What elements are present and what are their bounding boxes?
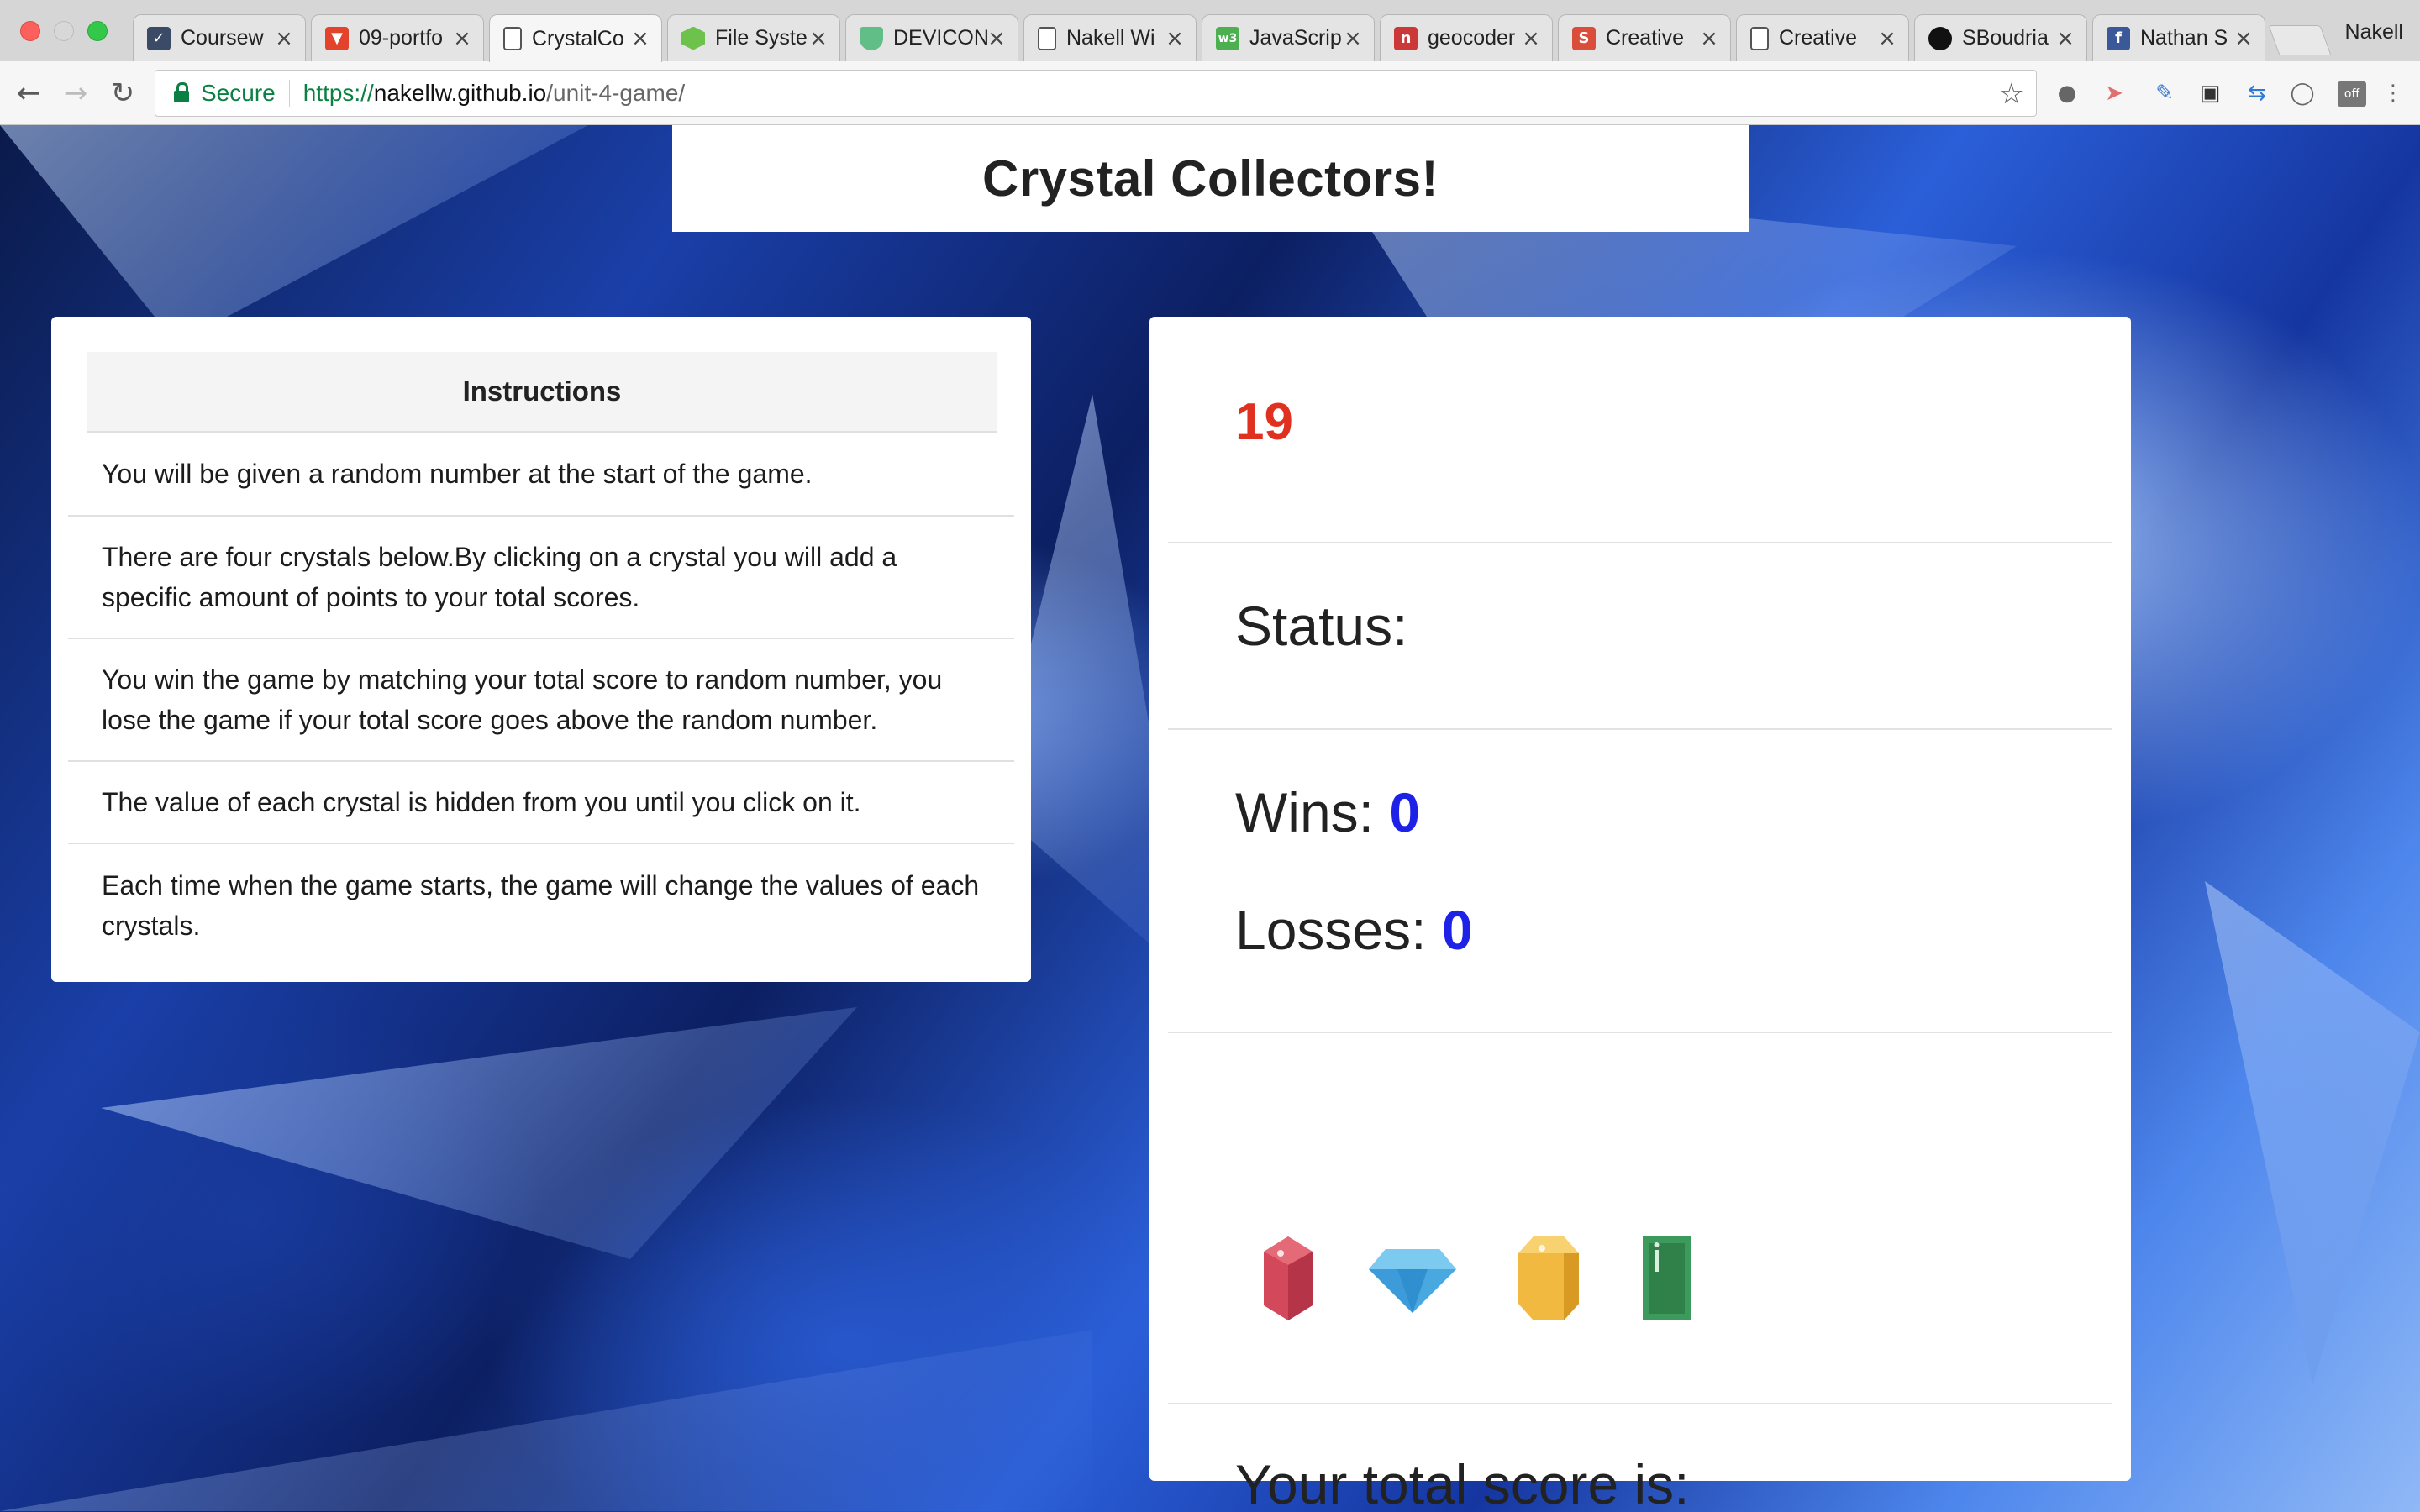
back-arrow-icon[interactable]: ← [13,78,44,108]
tab-close-icon[interactable]: × [1522,26,1540,51]
minimize-window-button[interactable] [54,21,74,41]
extension-swap-icon[interactable]: ⇆ [2242,78,2272,108]
crystal-button[interactable] [1517,1235,1581,1326]
close-window-button[interactable] [20,21,40,41]
list-item: You will be given a random number at the… [102,459,813,489]
extension-arrow-icon[interactable]: ➤ [2099,78,2129,108]
instructions-list: You will be given a random number at the… [68,433,1014,967]
security-label: Secure [201,80,276,106]
facebook-icon: f [2107,26,2130,50]
page-title: Crystal Collectors! [982,150,1439,207]
bookmark-star-icon[interactable]: ☆ [1999,77,2024,111]
extension-ring-icon[interactable]: ◯ [2287,78,2317,108]
profile-name[interactable]: Nakell [2345,20,2403,45]
page-icon [1038,26,1056,50]
github-icon [1928,26,1952,50]
browser-tab[interactable]: File Syste × [667,14,840,61]
forward-arrow-icon[interactable]: → [60,78,91,108]
background-shard [2205,881,2420,1385]
lock-icon [174,82,189,102]
game-panel: 19 Status: Wins: 0 Losses: 0 Your total … [1150,317,2131,1512]
address-bar[interactable]: Secure https://nakellw.github.io/unit-4-… [155,70,2037,117]
browser-tab[interactable]: Creative × [1736,14,1909,61]
divider [1168,728,2112,730]
title-card: Crystal Collectors! [672,125,1749,232]
wins-label: Wins: [1235,781,1374,843]
wins-display: Wins: 0 [1235,780,1420,844]
browser-tab[interactable]: n geocoder × [1380,14,1553,61]
tab-close-icon[interactable]: × [809,26,828,51]
wins-count: 0 [1389,781,1421,843]
browser-tab[interactable]: Nakell Wi × [1023,14,1197,61]
green-emerald-icon [1643,1236,1691,1320]
browser-tab[interactable]: ✓ Coursew × [133,14,306,61]
losses-count: 0 [1441,899,1473,961]
divider [1168,542,2112,543]
red-crystal-icon [1264,1236,1313,1320]
extension-eyedropper-icon[interactable]: ✎ [2149,78,2180,108]
gitlab-icon: ▼ [325,26,349,50]
maximize-window-button[interactable] [87,21,108,41]
page-icon [1750,26,1769,50]
browser-toolbar: ← → ↻ Secure https://nakellw.github.io/u… [0,61,2420,125]
tab-close-icon[interactable]: × [987,26,1006,51]
new-tab-button[interactable] [2268,25,2332,55]
browser-tab[interactable]: S Creative × [1558,14,1731,61]
tab-close-icon[interactable]: × [1878,26,1897,51]
list-item: The value of each crystal is hidden from… [68,760,1014,843]
background-shard [0,1330,1092,1511]
browser-tab[interactable]: w3 JavaScrip × [1202,14,1375,61]
reload-icon[interactable]: ↻ [108,78,138,108]
browser-tab[interactable]: DEVICON × [845,14,1018,61]
url-host: nakellw.github.io [373,80,547,106]
extension-off-icon[interactable]: off [2338,81,2366,107]
crystal-button[interactable] [1641,1235,1693,1326]
losses-display: Losses: 0 [1235,898,1473,962]
blue-diamond-icon [1369,1249,1456,1313]
url-path: /unit-4-game/ [546,80,686,106]
tab-close-icon[interactable]: × [1344,26,1362,51]
browser-tab[interactable]: SBoudria × [1914,14,2087,61]
tab-close-icon[interactable]: × [453,26,471,51]
url-scheme: https:// [302,80,374,106]
extension-circle-icon[interactable]: ● [2052,78,2082,108]
list-item: There are four crystals below.By clickin… [68,515,1014,638]
divider [1168,1403,2112,1404]
divider [1168,1032,2112,1033]
yellow-gem-icon [1518,1236,1579,1320]
tab-close-icon[interactable]: × [1165,26,1184,51]
background-shard [0,125,588,344]
tab-close-icon[interactable]: × [2234,26,2253,51]
background-shard [101,1007,857,1259]
shield-check-icon: ✓ [147,26,171,50]
list-item: Each time when the game starts, the game… [68,843,1014,967]
extension-screenshot-icon[interactable]: ▣ [2195,78,2225,108]
s-icon: S [1572,26,1596,50]
tab-close-icon[interactable]: × [275,26,293,51]
instructions-heading: Instructions [87,352,997,433]
w3-icon: w3 [1216,26,1239,50]
losses-label: Losses: [1235,899,1427,961]
menu-kebab-icon[interactable]: ⋮ [2378,78,2408,108]
list-item: You win the game by matching your total … [68,638,1014,760]
page-icon [503,27,522,50]
total-score-label: Your total score is: [1235,1453,1690,1512]
address-divider [288,80,290,107]
status-label: Status: [1235,595,1408,657]
crystal-button[interactable] [1260,1235,1316,1326]
instructions-panel: Instructions You will be given a random … [51,317,1031,982]
crystal-button[interactable] [1367,1247,1458,1319]
npm-icon: n [1394,26,1418,50]
browser-tab[interactable]: f Nathan S × [2092,14,2265,61]
browser-tab[interactable]: ▼ 09-portfo × [311,14,484,61]
tab-close-icon[interactable]: × [1700,26,1718,51]
random-number: 19 [1235,393,1293,451]
browser-tab-active[interactable]: CrystalCo × [489,14,662,62]
tab-close-icon[interactable]: × [631,26,650,51]
page-viewport: Crystal Collectors! Instructions You wil… [0,125,2420,1512]
shield-icon [860,26,883,50]
tab-bar: ✓ Coursew × ▼ 09-portfo × CrystalCo × Fi… [0,0,2420,62]
node-hexagon-icon [681,26,705,50]
tab-close-icon[interactable]: × [2056,26,2075,51]
